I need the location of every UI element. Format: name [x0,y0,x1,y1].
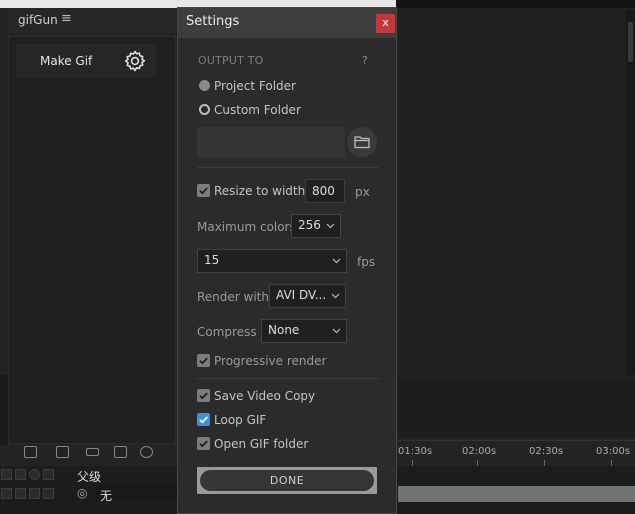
cube-icon[interactable] [56,446,69,458]
fps-select[interactable]: 15 [197,249,347,273]
panel-body [8,36,176,444]
toggle-icon[interactable] [43,469,54,480]
render-with-select[interactable]: AVI DV... [269,284,346,308]
bars-icon[interactable] [86,448,99,456]
tool-icon[interactable] [24,446,37,458]
loop-gif-checkbox[interactable] [197,413,210,426]
chevron-down-icon [332,258,341,264]
folder-icon[interactable] [347,127,377,157]
fps-value: 15 [204,253,220,267]
project-folder-label[interactable]: Project Folder [214,79,296,93]
open-folder-label: Open GIF folder [214,437,309,451]
scrollbar[interactable] [626,10,635,375]
render-with-label: Render with [197,290,269,304]
resize-width-input[interactable]: 800 [305,179,345,203]
compress-value: None [268,323,300,337]
spiral-icon[interactable] [140,446,153,458]
divider [197,378,379,379]
hamburger-icon[interactable]: ≡ [61,11,72,26]
chevron-down-icon [331,293,340,299]
parent-value: 无 [100,489,113,503]
folder-path-field[interactable] [197,127,345,157]
open-folder-checkbox[interactable] [197,437,210,450]
composition-area [398,8,635,378]
pickwhip-icon[interactable]: ◎ [77,486,87,500]
save-video-label: Save Video Copy [214,389,316,403]
help-icon[interactable]: ? [362,54,368,67]
output-to-label: OUTPUT TO [198,54,264,67]
timeline-left-strip [0,375,8,445]
fps-unit: fps [357,255,376,269]
timeline-right [398,378,635,438]
tick-label: 03:00s [596,446,631,457]
save-video-checkbox[interactable] [197,389,210,402]
tick-label: 02:30s [529,446,564,457]
switch-box[interactable] [43,488,54,499]
switch-box[interactable] [15,488,26,499]
switch-box[interactable] [29,488,40,499]
toggle-icon[interactable] [29,469,40,480]
project-folder-radio[interactable] [199,80,210,91]
tick-label: 02:00s [462,446,497,457]
tick-label: 01:30s [398,446,433,457]
chevron-down-icon [332,328,341,334]
done-label[interactable]: DONE [200,470,374,491]
max-colors-select[interactable]: 256 [291,214,341,238]
gear-icon[interactable] [123,49,147,73]
timeline-toolbar [18,440,176,462]
dialog-title: Settings [186,14,240,29]
progressive-label: Progressive render [214,354,327,368]
parent-column-header: 父级 [77,470,102,484]
max-colors-value: 256 [298,218,321,232]
layer-track-bar[interactable] [398,486,635,502]
compress-label: Compress [197,325,257,339]
time-ruler[interactable]: 01:30s 02:00s 02:30s 03:00s [398,440,635,467]
chevron-down-icon [326,223,335,229]
scrollbar-thumb[interactable] [628,22,633,62]
custom-folder-label[interactable]: Custom Folder [214,103,301,117]
close-button[interactable]: x [376,14,395,33]
toggle-icon[interactable] [1,469,12,480]
max-colors-label: Maximum colors [197,220,296,234]
loop-gif-label: Loop GIF [214,413,267,427]
resize-unit: px [355,185,370,199]
top-strip-dark [396,0,635,8]
switch-box[interactable] [1,488,12,499]
progressive-checkbox[interactable] [197,354,210,367]
toggle-icon[interactable] [15,469,26,480]
custom-folder-radio[interactable] [199,104,210,115]
render-with-value: AVI DV... [276,288,327,302]
panel-title: gifGun [18,13,58,27]
resize-label: Resize to width [214,184,306,198]
make-gif-label: Make Gif [40,54,93,68]
resize-checkbox[interactable] [197,184,210,197]
divider [197,167,379,168]
compress-select[interactable]: None [261,319,347,343]
frame-icon[interactable] [114,446,127,458]
